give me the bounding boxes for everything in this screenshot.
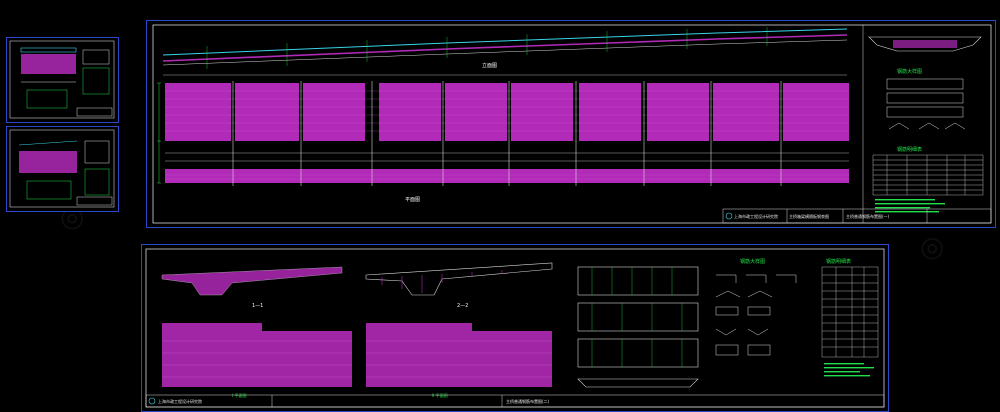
- section-2-label: 2—2: [457, 303, 468, 309]
- watermark: ◎: [920, 230, 945, 263]
- thumbnail-b-drawing: [9, 129, 115, 208]
- rebar-schedule-table: [872, 154, 984, 196]
- drawing-sheet-top[interactable]: 立面图 平面图 钢筋大样图 钢筋明细表 上海市政工程设计研究院 主桥箱梁横隔板钢…: [146, 20, 996, 228]
- rebar-elevations: [577, 266, 699, 388]
- top-sheet-drawing: 立面图 平面图 钢筋大样图 钢筋明细表 上海市政工程设计研究院 主桥箱梁横隔板钢…: [152, 24, 992, 224]
- title-block-project: 主桥箱梁横隔板钢束图: [789, 213, 829, 219]
- rebar-table-title: 钢筋明细表: [897, 146, 922, 153]
- bottom-table-title: 钢筋明细表: [826, 258, 851, 265]
- title-block-company: 上海市政工程设计研究院: [734, 213, 778, 219]
- thumbnail-sheet-a[interactable]: 图一: [6, 37, 119, 123]
- rebar-plan-panels: [165, 83, 849, 183]
- bottom-title-block-drawing: 主桥普通钢筋布置图(二): [506, 398, 550, 404]
- drawing-sheet-bottom[interactable]: 1—1 2—2 I 平面图 II 平面图 钢筋大样图 钢筋明细表 上海市政工程设…: [141, 244, 889, 412]
- plan-label: 平面图: [405, 197, 420, 203]
- bottom-sheet-drawing: 1—1 2—2 I 平面图 II 平面图 钢筋大样图 钢筋明细表 上海市政工程设…: [145, 248, 885, 408]
- bottom-title-block-company: 上海市政工程设计研究院: [158, 398, 202, 404]
- bottom-detail-title: 钢筋大样图: [740, 258, 765, 265]
- bottom-rebar-table: [821, 266, 879, 358]
- thumbnail-a-drawing: [9, 40, 115, 119]
- title-block-drawing: 主桥普通钢筋布置图(一): [846, 213, 890, 219]
- detail-title: 钢筋大样图: [897, 68, 922, 75]
- thumbnail-sheet-b[interactable]: 图二: [6, 126, 119, 212]
- elevation-label: 立面图: [482, 62, 497, 69]
- section-1-label: 1—1: [252, 303, 263, 309]
